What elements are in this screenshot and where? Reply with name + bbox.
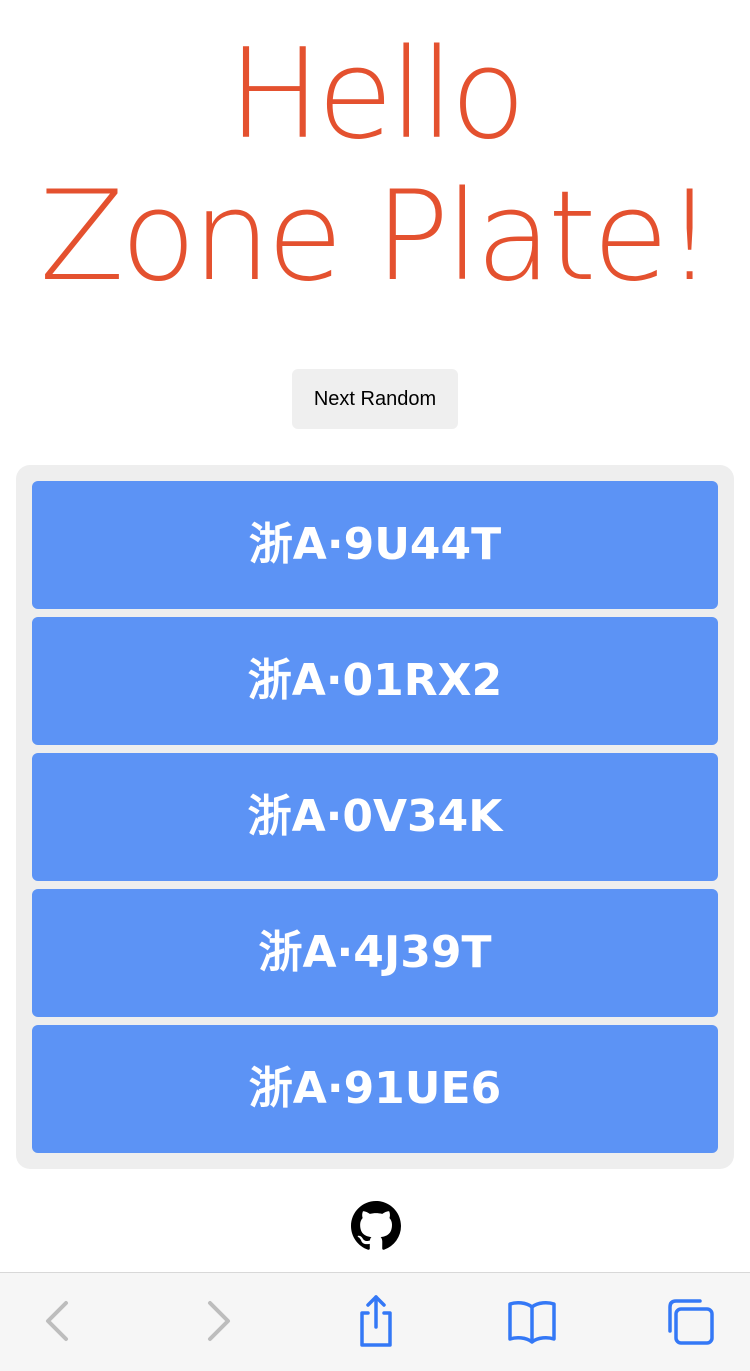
page: Hello Zone Plate! Next Random 浙A·9U44T 浙… bbox=[0, 0, 750, 1371]
plate-item: 浙A·91UE6 bbox=[32, 1025, 718, 1153]
title-line-hello: Hello bbox=[227, 23, 526, 167]
plate-item: 浙A·01RX2 bbox=[32, 617, 718, 745]
bookmarks-icon[interactable] bbox=[502, 1293, 562, 1349]
forward-icon[interactable] bbox=[190, 1293, 250, 1349]
plate-item: 浙A·9U44T bbox=[32, 481, 718, 609]
plate-item: 浙A·0V34K bbox=[32, 753, 718, 881]
browser-toolbar bbox=[0, 1272, 750, 1371]
github-icon[interactable] bbox=[351, 1201, 401, 1251]
tabs-icon[interactable] bbox=[660, 1293, 720, 1349]
plate-item: 浙A·4J39T bbox=[32, 889, 718, 1017]
back-icon[interactable] bbox=[28, 1293, 88, 1349]
title-line-zone-plate: Zone Plate! bbox=[39, 165, 715, 309]
plate-list: 浙A·9U44T 浙A·01RX2 浙A·0V34K 浙A·4J39T 浙A·9… bbox=[16, 465, 734, 1169]
share-icon[interactable] bbox=[346, 1293, 406, 1349]
next-random-button[interactable]: Next Random bbox=[292, 369, 458, 429]
page-title: Hello Zone Plate! bbox=[0, 24, 750, 308]
